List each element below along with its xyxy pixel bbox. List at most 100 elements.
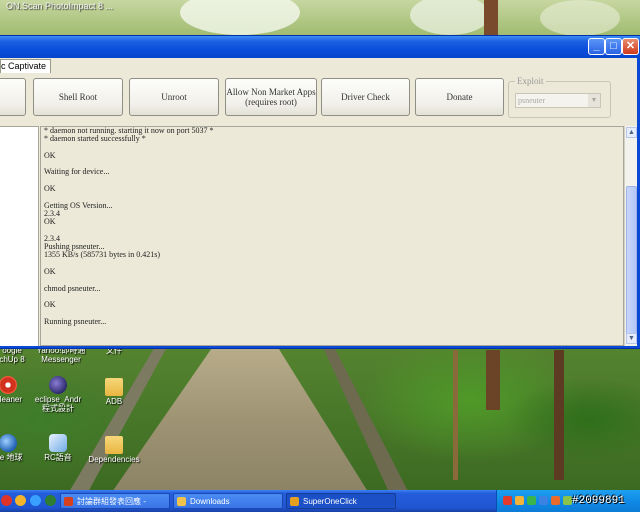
tray-icon[interactable] xyxy=(527,496,536,505)
console-line: chmod psneuter... xyxy=(44,283,101,293)
scroll-up-icon[interactable]: ▲ xyxy=(626,127,637,138)
desktop-icon-messenger[interactable]: Yahoo!即時通 Messenger xyxy=(31,346,91,364)
window-titlebar[interactable]: _ □ ✕ xyxy=(0,36,640,58)
adb-folder-label: ADB xyxy=(105,397,123,406)
sky-highlight xyxy=(180,0,300,35)
toolbar: Shell Root Unroot Allow Non Market Apps … xyxy=(0,74,637,122)
allow-non-market-apps-label: Allow Non Market Apps xyxy=(226,87,316,97)
tray-icon[interactable] xyxy=(539,496,548,505)
minimize-button[interactable]: _ xyxy=(588,38,605,55)
quicklaunch-ie-icon[interactable] xyxy=(30,495,41,506)
console-line: 2.3.4 xyxy=(44,208,60,218)
root-button-partial[interactable] xyxy=(0,78,26,116)
google-earth-icon xyxy=(0,434,17,452)
rc-voice-icon xyxy=(49,434,67,452)
desktop-icon-rc[interactable]: RC語音 xyxy=(28,434,88,462)
folder-icon xyxy=(105,436,123,454)
folder-icon xyxy=(105,378,123,396)
tab-strip: c Captivate xyxy=(0,58,637,73)
tree-trunk xyxy=(453,350,458,480)
console-line: Waiting for device... xyxy=(44,167,110,177)
desktop-top-text: ON.Scan PhotoImpact 8 ... xyxy=(6,1,114,11)
taskbar-superoneclick-label: SuperOneClick xyxy=(303,497,357,506)
tray-icon[interactable] xyxy=(515,496,524,505)
chevron-down-icon[interactable]: ▼ xyxy=(588,94,600,107)
dependencies-folder-label: Dependencies xyxy=(88,455,140,464)
donate-button[interactable]: Donate xyxy=(415,78,504,116)
console-output[interactable]: * daemon not running. starting it now on… xyxy=(40,126,624,346)
console-scrollbar[interactable]: ▲ ▼ xyxy=(624,126,637,346)
window-client-area: c Captivate Shell Root Unroot Allow Non … xyxy=(0,58,637,346)
taskbar-downloads-label: Downloads xyxy=(190,497,230,506)
tray-icon[interactable] xyxy=(503,496,512,505)
console-line: Running psneuter... xyxy=(44,316,107,326)
console-line: OK xyxy=(44,267,56,277)
exploit-groupbox: Exploit psneuter ▼ xyxy=(508,76,611,118)
cleaner-icon-label: Cleaner xyxy=(0,395,22,404)
taskbar: 討論群組發表回應 - Downloads SuperOneClick xyxy=(0,490,640,512)
maximize-icon: □ xyxy=(610,40,617,52)
superoneclick-window: _ □ ✕ c Captivate Shell Root Unroot Allo… xyxy=(0,36,640,348)
quicklaunch-icon[interactable] xyxy=(15,495,26,506)
close-button[interactable]: ✕ xyxy=(622,38,639,55)
scroll-thumb[interactable] xyxy=(626,186,637,336)
superoneclick-icon xyxy=(290,497,299,506)
desktop-icon-dependencies[interactable]: Dependencies xyxy=(84,436,144,464)
exploit-selected-value: psneuter xyxy=(518,96,546,105)
image-watermark: #2099891 xyxy=(572,495,625,507)
tray-icon[interactable] xyxy=(551,496,560,505)
sky-highlight xyxy=(540,0,620,36)
allow-non-market-apps-button[interactable]: Allow Non Market Apps (requires root) xyxy=(225,78,317,116)
taskbar-button-downloads[interactable]: Downloads xyxy=(173,493,283,509)
console-line: 1355 KB/s (585731 bytes in 0.421s) xyxy=(44,250,160,260)
tree-trunk xyxy=(486,350,500,410)
tab-captivate[interactable]: c Captivate xyxy=(0,59,52,73)
console-line: OK xyxy=(44,184,56,194)
exploit-select[interactable]: psneuter ▼ xyxy=(515,93,601,108)
taskbar-button-forum[interactable]: 討論群組發表回應 - xyxy=(60,493,170,509)
messenger-icon-label: Messenger xyxy=(41,355,81,364)
taskbar-button-superoneclick[interactable]: SuperOneClick xyxy=(286,493,396,509)
tree-trunk xyxy=(554,350,564,480)
console-lines: * daemon not running. starting it now on… xyxy=(44,127,614,326)
exploit-label: Exploit xyxy=(515,76,546,86)
eclipse-icon xyxy=(49,376,67,394)
console-line: OK xyxy=(44,217,56,227)
browser-icon xyxy=(64,497,73,506)
taskbar-forum-label: 討論群組發表回應 - xyxy=(77,497,146,506)
console-line: OK xyxy=(44,300,56,310)
shell-root-button[interactable]: Shell Root xyxy=(33,78,123,116)
sky-highlight xyxy=(410,0,490,35)
ccleaner-icon xyxy=(0,376,17,394)
device-tree-pane[interactable] xyxy=(0,126,39,346)
tray-icon[interactable] xyxy=(563,496,572,505)
folder-icon xyxy=(177,497,186,506)
desktop-icon-adb[interactable]: ADB xyxy=(84,378,144,406)
desktop-icon-eclipse[interactable]: eclipse_Andr 程式設計 xyxy=(28,376,88,413)
sketchup-icon-label: chUp 8 xyxy=(0,355,25,364)
driver-check-button[interactable]: Driver Check xyxy=(321,78,410,116)
requires-root-label: (requires root) xyxy=(245,97,297,107)
unroot-button[interactable]: Unroot xyxy=(129,78,219,116)
tree-trunk xyxy=(484,0,498,36)
rc-icon-label: RC語音 xyxy=(44,453,72,462)
console-line: Getting OS Version... xyxy=(44,200,113,210)
console-line: * daemon started successfully * xyxy=(44,134,146,144)
quicklaunch-icon[interactable] xyxy=(45,495,56,506)
minimize-icon: _ xyxy=(593,40,600,52)
eclipse-icon-label: eclipse_Andr 程式設計 xyxy=(34,395,82,413)
maximize-button[interactable]: □ xyxy=(605,38,622,55)
console-line: 2.3.4 xyxy=(44,233,60,243)
close-icon: ✕ xyxy=(625,40,636,52)
quicklaunch-icon[interactable] xyxy=(1,495,12,506)
scroll-down-icon[interactable]: ▼ xyxy=(626,333,637,344)
